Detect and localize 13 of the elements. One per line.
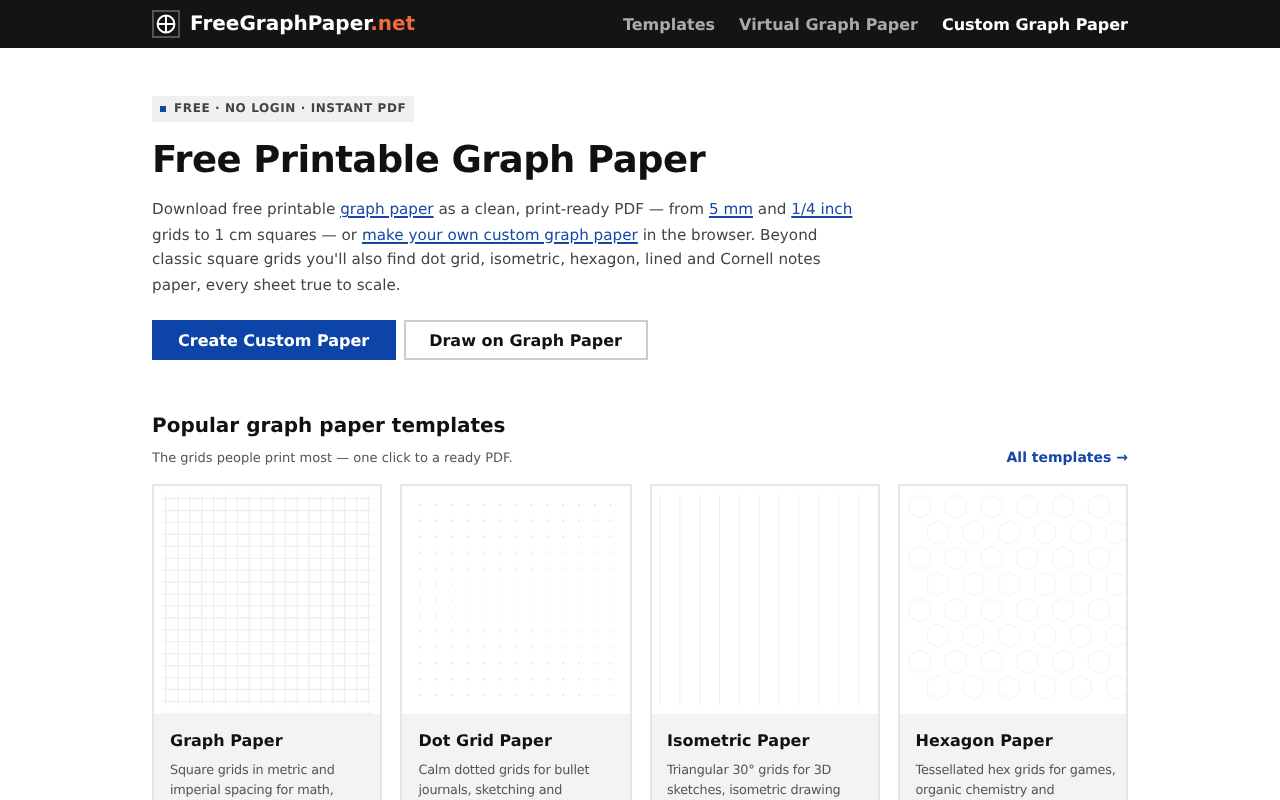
page-title: Free Printable Graph Paper — [152, 140, 708, 182]
draw-button[interactable]: Draw on Graph Paper — [403, 320, 648, 361]
card-title: Dot Grid Paper — [418, 732, 554, 751]
nav-link[interactable]: Virtual Graph Paper — [739, 15, 918, 33]
create-button[interactable]: Create Custom Paper — [152, 320, 396, 361]
card-title: Isometric Paper — [667, 732, 812, 751]
site-logo[interactable]: FreeGraphPaper.net — [190, 13, 416, 35]
card-title: Hexagon Paper — [915, 732, 1055, 751]
section-title: Popular graph paper templates — [152, 416, 508, 439]
grid-logo-icon — [152, 10, 180, 38]
nav-link[interactable]: Custom Graph Paper — [941, 15, 1128, 33]
card-title: Graph Paper — [170, 732, 285, 751]
nav-link[interactable]: Templates — [622, 15, 716, 33]
